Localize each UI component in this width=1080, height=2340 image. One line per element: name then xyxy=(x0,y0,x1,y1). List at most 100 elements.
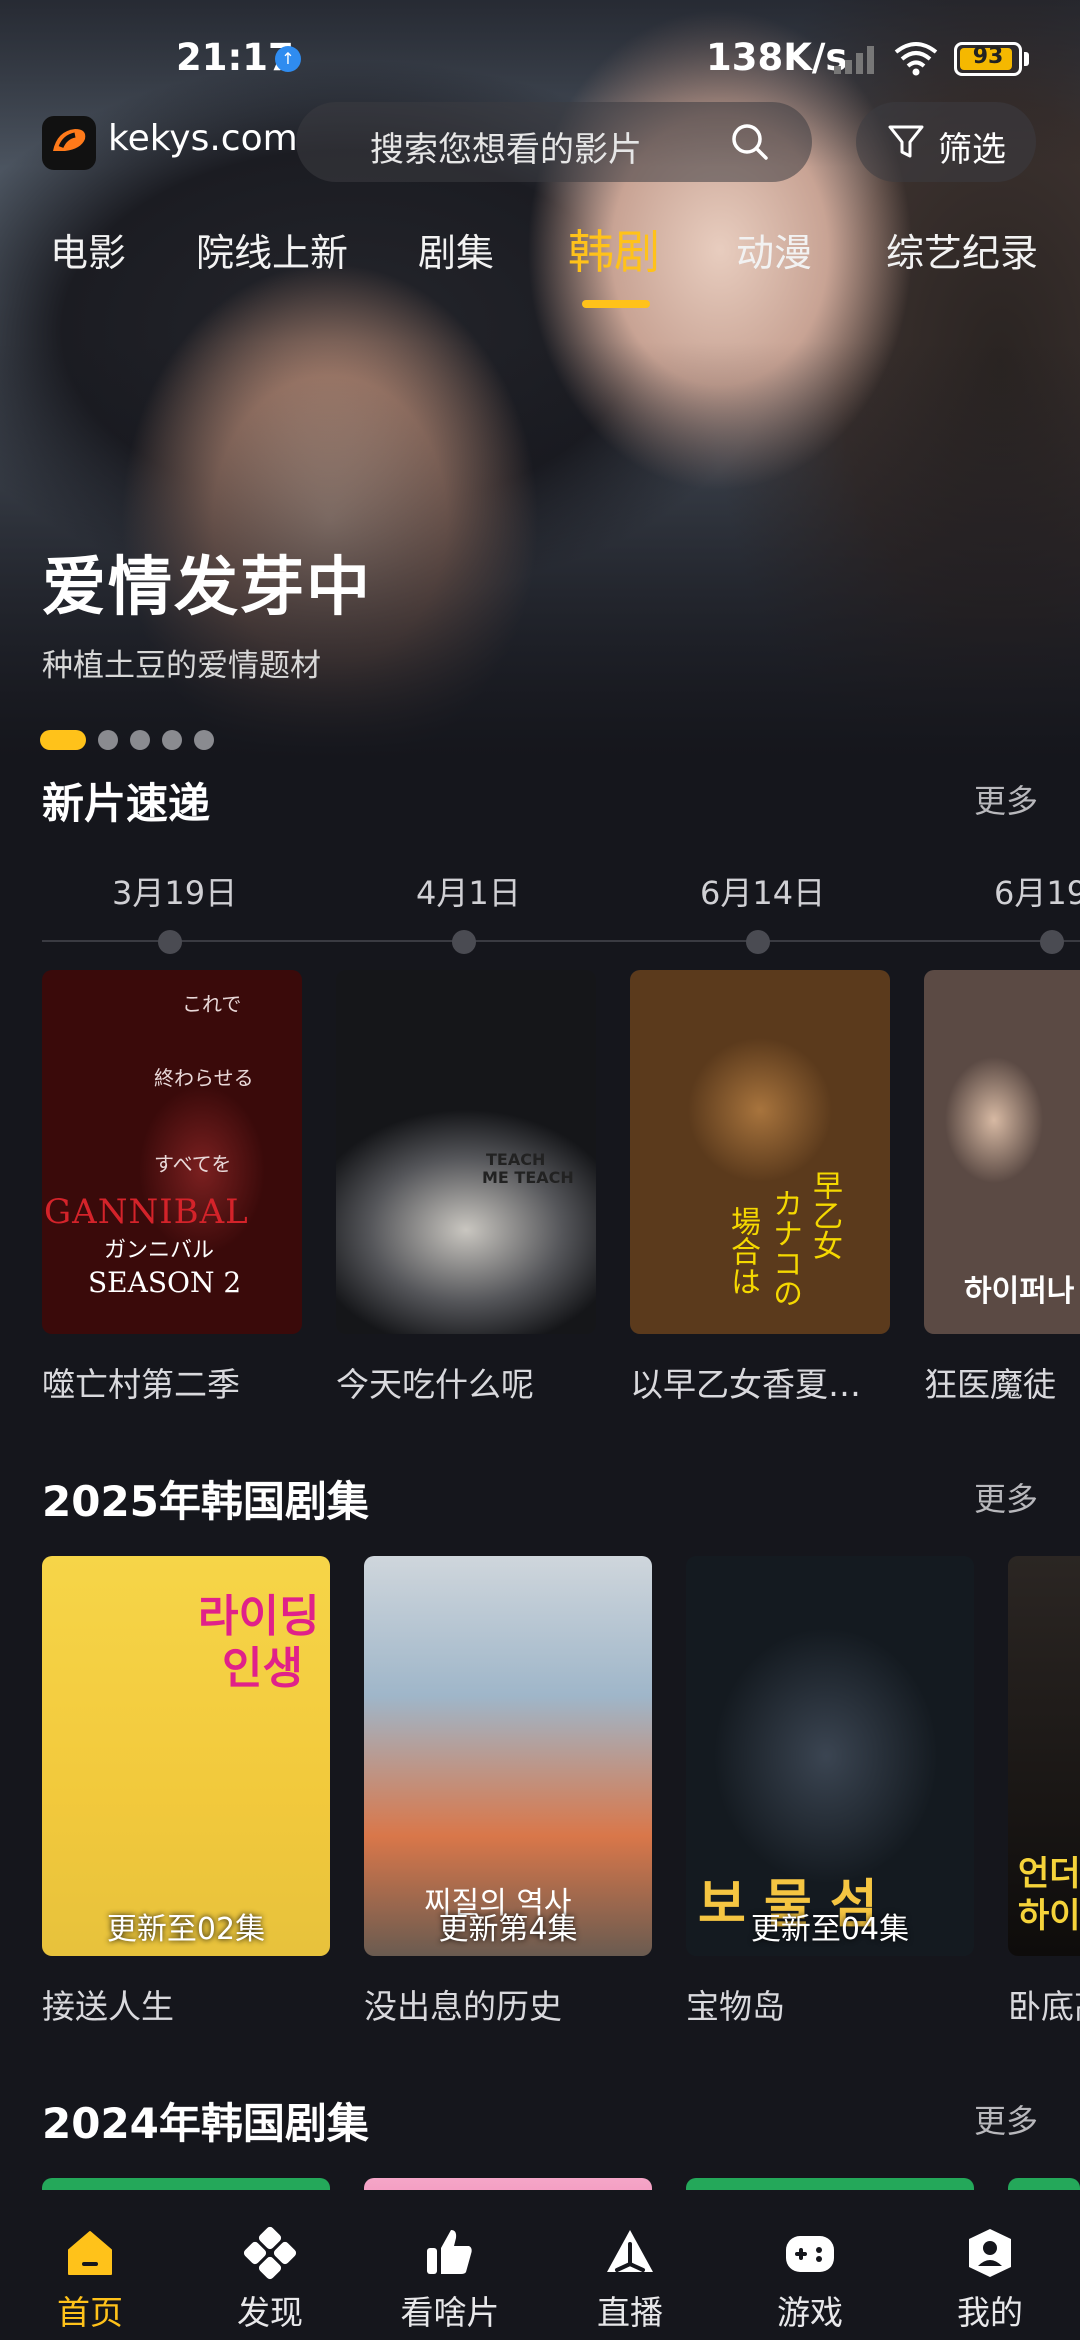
filter-icon xyxy=(888,125,924,158)
carousel-dot[interactable] xyxy=(130,730,150,750)
tab-variety-documentary[interactable]: 综艺纪录 xyxy=(886,222,1038,277)
hero-subtitle: 种植土豆的爱情题材 xyxy=(42,648,321,684)
release-timeline: 3月19日 4月1日 6月14日 6月19 xyxy=(0,860,1080,960)
nav-live[interactable]: 直播 xyxy=(540,2190,720,2340)
category-tabs: 电影 院线上新 剧集 韩剧 动漫 综艺纪录 xyxy=(0,222,1080,312)
episode-badge: 更新至02集 xyxy=(106,1912,266,1947)
poster-history-of-losers[interactable]: 찌질의 역사 更新第4集 xyxy=(364,1556,652,1956)
upload-indicator-icon: ↑ xyxy=(275,46,301,72)
section-title-2024: 2024年韩国剧集 xyxy=(42,2099,369,2148)
tab-series[interactable]: 剧集 xyxy=(418,222,494,277)
network-speed: 138K/s xyxy=(706,36,848,79)
poster-hyperknife[interactable]: 하이퍼나 xyxy=(924,970,1080,1334)
episode-badge: 更新至04集 xyxy=(750,1912,910,1947)
poster-riding-life[interactable]: 라이딩 인생 更新至02集 xyxy=(42,1556,330,1956)
poster-text: カナコの xyxy=(767,1188,802,1308)
nav-label: 我的 xyxy=(957,2293,1023,2332)
search-placeholder: 搜索您想看的影片 xyxy=(370,130,642,170)
carousel-dot[interactable] xyxy=(162,730,182,750)
thumbs-up-icon xyxy=(427,2230,472,2274)
tab-new-in-theaters[interactable]: 院线上新 xyxy=(196,222,348,277)
poster-caption[interactable]: 接送人生 xyxy=(42,1980,330,2028)
bottom-navigation: 首页 发现 看啥片 直播 游戏 我的 xyxy=(0,2190,1080,2340)
poster-text: ME TEACH xyxy=(482,1168,574,1187)
poster-caption[interactable]: 没出息的历史 xyxy=(364,1980,652,2028)
timeline-date[interactable]: 6月19 xyxy=(994,868,1080,914)
timeline-date[interactable]: 3月19日 xyxy=(112,868,237,914)
filter-label: 筛选 xyxy=(938,130,1006,170)
poster-caption[interactable]: 今天吃什么呢 xyxy=(336,1358,596,1406)
poster-text: 하이 xyxy=(1018,1896,1080,1936)
tab-anime[interactable]: 动漫 xyxy=(736,222,812,277)
nav-label: 直播 xyxy=(597,2293,663,2332)
poster-caption[interactable]: 狂医魔徒 xyxy=(924,1358,1080,1406)
battery-cap xyxy=(1024,52,1029,66)
timeline-dot xyxy=(158,930,182,954)
timeline-dot xyxy=(1040,930,1064,954)
hero-title: 爱情发芽中 xyxy=(42,551,372,625)
app-logo[interactable] xyxy=(42,116,96,170)
live-icon xyxy=(607,2230,653,2272)
nav-label: 游戏 xyxy=(777,2293,843,2332)
battery-level: 93 xyxy=(972,44,1004,69)
section-title-new: 新片速递 xyxy=(42,779,211,828)
poster-text: 終わらせる xyxy=(154,1066,254,1090)
active-tab-indicator xyxy=(582,300,650,308)
poster-text: 早乙女 xyxy=(807,1170,842,1260)
poster-text: SEASON 2 xyxy=(88,1266,242,1299)
poster-treasure-island[interactable]: 보 물 섬 更新至04集 xyxy=(686,1556,974,1956)
poster-gannibal[interactable]: これで 終わらせる すべてを GANNIBAL ガンニバル SEASON 2 xyxy=(42,970,302,1334)
home-icon xyxy=(68,2231,112,2275)
tab-movies[interactable]: 电影 xyxy=(50,222,126,277)
status-bar: 21:17 ↑ 138K/s 93 xyxy=(0,0,1080,110)
timeline-dot xyxy=(452,930,476,954)
poster-what-to-eat[interactable]: TEACH ME TEACH xyxy=(336,970,596,1334)
nav-home[interactable]: 首页 xyxy=(0,2190,180,2340)
poster-text: 場合は xyxy=(725,1206,760,1296)
poster-caption[interactable]: 以早乙女香夏… xyxy=(630,1358,900,1406)
poster-text: 하이퍼나 xyxy=(964,1274,1075,1309)
logo-icon xyxy=(53,129,86,151)
more-link-2024[interactable]: 更多 xyxy=(974,2096,1038,2142)
nav-discover[interactable]: 发现 xyxy=(180,2190,360,2340)
poster-text: これで xyxy=(182,992,242,1016)
poster-saotome[interactable]: 早乙女 カナコの 場合は xyxy=(630,970,890,1334)
nav-label: 看啥片 xyxy=(400,2293,500,2332)
nav-label: 首页 xyxy=(57,2293,123,2332)
poster-text: すべてを xyxy=(154,1152,232,1176)
poster-caption[interactable]: 噬亡村第二季 xyxy=(42,1358,302,1406)
timeline-date[interactable]: 6月14日 xyxy=(700,868,825,914)
poster-undercover-high[interactable]: 언더 하이 xyxy=(1008,1556,1080,1956)
nav-label: 发现 xyxy=(237,2293,303,2332)
nav-what-to-watch[interactable]: 看啥片 xyxy=(360,2190,540,2340)
more-link-2025[interactable]: 更多 xyxy=(974,1474,1038,1520)
poster-caption[interactable]: 卧底高 xyxy=(1008,1980,1080,2028)
site-name: kekys.com xyxy=(108,118,298,159)
carousel-dot[interactable] xyxy=(40,730,86,750)
poster-caption[interactable]: 宝物岛 xyxy=(686,1980,974,2028)
signal-icon xyxy=(834,46,874,74)
filter-button[interactable]: 筛选 xyxy=(856,102,1036,182)
section-title-2025: 2025年韩国剧集 xyxy=(42,1477,369,1526)
gamepad-icon xyxy=(786,2236,834,2272)
more-link-new[interactable]: 更多 xyxy=(974,776,1038,822)
timeline-dot xyxy=(746,930,770,954)
poster-text: GANNIBAL xyxy=(44,1192,249,1232)
search-bar[interactable]: 搜索您想看的影片 xyxy=(296,102,812,182)
battery-icon: 93 xyxy=(954,42,1022,76)
timeline-date[interactable]: 4月1日 xyxy=(416,868,521,914)
poster-text: TEACH xyxy=(486,1150,546,1169)
profile-icon xyxy=(969,2229,1011,2277)
nav-games[interactable]: 游戏 xyxy=(720,2190,900,2340)
episode-badge: 更新第4集 xyxy=(438,1912,578,1947)
nav-mine[interactable]: 我的 xyxy=(900,2190,1080,2340)
carousel-dot[interactable] xyxy=(98,730,118,750)
poster-text: 인생 xyxy=(222,1643,303,1694)
discover-icon xyxy=(243,2226,297,2280)
poster-text: ガンニバル xyxy=(104,1238,215,1263)
tab-korean-drama[interactable]: 韩剧 xyxy=(568,216,660,282)
carousel-dot[interactable] xyxy=(194,730,214,750)
timeline-line xyxy=(42,940,1080,942)
wifi-icon xyxy=(894,42,938,76)
search-icon[interactable] xyxy=(730,122,770,162)
